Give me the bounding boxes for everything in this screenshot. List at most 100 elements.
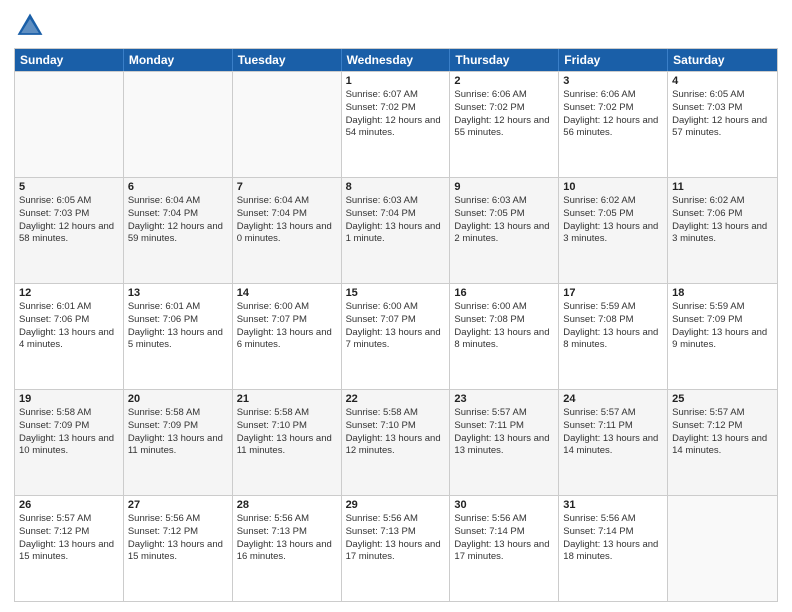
day-number: 15 (346, 287, 446, 299)
calendar-header: Sunday Monday Tuesday Wednesday Thursday… (15, 49, 777, 71)
day-number: 26 (19, 499, 119, 511)
daylight-line: Daylight: 13 hours and 12 minutes. (346, 433, 446, 459)
day-number: 10 (563, 181, 663, 193)
sunrise-line: Sunrise: 5:58 AM (128, 407, 228, 420)
sunset-line: Sunset: 7:09 PM (19, 420, 119, 433)
calendar: Sunday Monday Tuesday Wednesday Thursday… (14, 48, 778, 602)
daylight-line: Daylight: 13 hours and 8 minutes. (454, 327, 554, 353)
sunset-line: Sunset: 7:07 PM (237, 314, 337, 327)
calendar-cell: 30Sunrise: 5:56 AMSunset: 7:14 PMDayligh… (450, 496, 559, 601)
calendar-cell: 9Sunrise: 6:03 AMSunset: 7:05 PMDaylight… (450, 178, 559, 283)
calendar-cell: 14Sunrise: 6:00 AMSunset: 7:07 PMDayligh… (233, 284, 342, 389)
day-number: 4 (672, 75, 773, 87)
day-number: 5 (19, 181, 119, 193)
sunrise-line: Sunrise: 5:57 AM (19, 513, 119, 526)
day-number: 13 (128, 287, 228, 299)
calendar-cell: 16 Sunrise: 6:00 AMSunset: 7:08 PMDayligh… (450, 284, 559, 389)
logo-icon (14, 10, 46, 42)
sunrise-line: Sunrise: 6:04 AM (237, 195, 337, 208)
sunset-line: Sunset: 7:11 PM (563, 420, 663, 433)
sunrise-line: Sunrise: 5:58 AM (237, 407, 337, 420)
calendar-cell: 5Sunrise: 6:05 AMSunset: 7:03 PMDaylight… (15, 178, 124, 283)
sunrise-line: Sunrise: 6:07 AM (346, 89, 446, 102)
daylight-line: Daylight: 13 hours and 11 minutes. (128, 433, 228, 459)
day-number: 16 (454, 287, 554, 299)
sunset-line: Sunset: 7:02 PM (454, 102, 554, 115)
daylight-line: Daylight: 13 hours and 15 minutes. (128, 539, 228, 565)
sunrise-line: Sunrise: 5:57 AM (454, 407, 554, 420)
header (14, 10, 778, 42)
sunrise-line: Sunrise: 6:03 AM (454, 195, 554, 208)
daylight-line: Daylight: 12 hours and 56 minutes. (563, 115, 663, 141)
calendar-cell: 2Sunrise: 6:06 AMSunset: 7:02 PMDaylight… (450, 72, 559, 177)
calendar-week-5: 26Sunrise: 5:57 AMSunset: 7:12 PMDayligh… (15, 495, 777, 601)
daylight-line: Daylight: 13 hours and 3 minutes. (672, 221, 773, 247)
daylight-line: Daylight: 13 hours and 16 minutes. (237, 539, 337, 565)
calendar-cell: 19Sunrise: 5:58 AMSunset: 7:09 PMDayligh… (15, 390, 124, 495)
sunrise-line: Sunrise: 6:03 AM (346, 195, 446, 208)
sunset-line: Sunset: 7:14 PM (563, 526, 663, 539)
day-number: 17 (563, 287, 663, 299)
dow-friday: Friday (559, 49, 668, 71)
daylight-line: Daylight: 13 hours and 4 minutes. (19, 327, 119, 353)
calendar-cell: 26Sunrise: 5:57 AMSunset: 7:12 PMDayligh… (15, 496, 124, 601)
calendar-cell: 8Sunrise: 6:03 AMSunset: 7:04 PMDaylight… (342, 178, 451, 283)
calendar-cell: 12Sunrise: 6:01 AMSunset: 7:06 PMDayligh… (15, 284, 124, 389)
sunset-line: Sunset: 7:13 PM (237, 526, 337, 539)
calendar-cell: 23Sunrise: 5:57 AMSunset: 7:11 PMDayligh… (450, 390, 559, 495)
sunset-line: Sunset: 7:08 PM (454, 314, 554, 327)
sunrise-line: Sunrise: 6:00 AM (346, 301, 446, 314)
sunset-line: Sunset: 7:04 PM (237, 208, 337, 221)
day-number: 11 (672, 181, 773, 193)
day-number: 31 (563, 499, 663, 511)
calendar-cell (15, 72, 124, 177)
sunrise-line: Sunrise: 6:00 AM (454, 301, 554, 314)
sunset-line: Sunset: 7:06 PM (19, 314, 119, 327)
daylight-line: Daylight: 13 hours and 17 minutes. (454, 539, 554, 565)
calendar-cell: 10Sunrise: 6:02 AMSunset: 7:05 PMDayligh… (559, 178, 668, 283)
sunset-line: Sunset: 7:11 PM (454, 420, 554, 433)
day-number: 9 (454, 181, 554, 193)
calendar-cell (233, 72, 342, 177)
sunset-line: Sunset: 7:13 PM (346, 526, 446, 539)
daylight-line: Daylight: 13 hours and 14 minutes. (672, 433, 773, 459)
daylight-line: Daylight: 13 hours and 10 minutes. (19, 433, 119, 459)
calendar-cell: 4Sunrise: 6:05 AMSunset: 7:03 PMDaylight… (668, 72, 777, 177)
calendar-cell: 17Sunrise: 5:59 AMSunset: 7:08 PMDayligh… (559, 284, 668, 389)
daylight-line: Daylight: 13 hours and 1 minute. (346, 221, 446, 247)
day-number: 7 (237, 181, 337, 193)
sunset-line: Sunset: 7:04 PM (346, 208, 446, 221)
day-number: 18 (672, 287, 773, 299)
daylight-line: Daylight: 12 hours and 58 minutes. (19, 221, 119, 247)
sunrise-line: Sunrise: 6:04 AM (128, 195, 228, 208)
sunrise-line: Sunrise: 5:56 AM (346, 513, 446, 526)
sunset-line: Sunset: 7:12 PM (672, 420, 773, 433)
calendar-cell: 27Sunrise: 5:56 AMSunset: 7:12 PMDayligh… (124, 496, 233, 601)
calendar-cell: 18Sunrise: 5:59 AMSunset: 7:09 PMDayligh… (668, 284, 777, 389)
sunrise-line: Sunrise: 5:56 AM (563, 513, 663, 526)
day-number: 6 (128, 181, 228, 193)
day-number: 2 (454, 75, 554, 87)
sunset-line: Sunset: 7:05 PM (454, 208, 554, 221)
day-number: 21 (237, 393, 337, 405)
calendar-cell: 3Sunrise: 6:06 AMSunset: 7:02 PMDaylight… (559, 72, 668, 177)
day-number: 12 (19, 287, 119, 299)
calendar-week-1: 1Sunrise: 6:07 AMSunset: 7:02 PMDaylight… (15, 71, 777, 177)
sunrise-line: Sunrise: 6:02 AM (672, 195, 773, 208)
sunrise-line: Sunrise: 6:06 AM (563, 89, 663, 102)
sunrise-line: Sunrise: 5:57 AM (672, 407, 773, 420)
logo (14, 10, 50, 42)
dow-wednesday: Wednesday (342, 49, 451, 71)
sunrise-line: Sunrise: 6:00 AM (237, 301, 337, 314)
sunset-line: Sunset: 7:05 PM (563, 208, 663, 221)
day-number: 19 (19, 393, 119, 405)
daylight-line: Daylight: 13 hours and 0 minutes. (237, 221, 337, 247)
daylight-line: Daylight: 13 hours and 13 minutes. (454, 433, 554, 459)
daylight-line: Daylight: 13 hours and 17 minutes. (346, 539, 446, 565)
daylight-line: Daylight: 13 hours and 15 minutes. (19, 539, 119, 565)
daylight-line: Daylight: 13 hours and 18 minutes. (563, 539, 663, 565)
sunrise-line: Sunrise: 6:05 AM (672, 89, 773, 102)
dow-tuesday: Tuesday (233, 49, 342, 71)
sunset-line: Sunset: 7:02 PM (563, 102, 663, 115)
calendar-cell: 13Sunrise: 6:01 AMSunset: 7:06 PMDayligh… (124, 284, 233, 389)
